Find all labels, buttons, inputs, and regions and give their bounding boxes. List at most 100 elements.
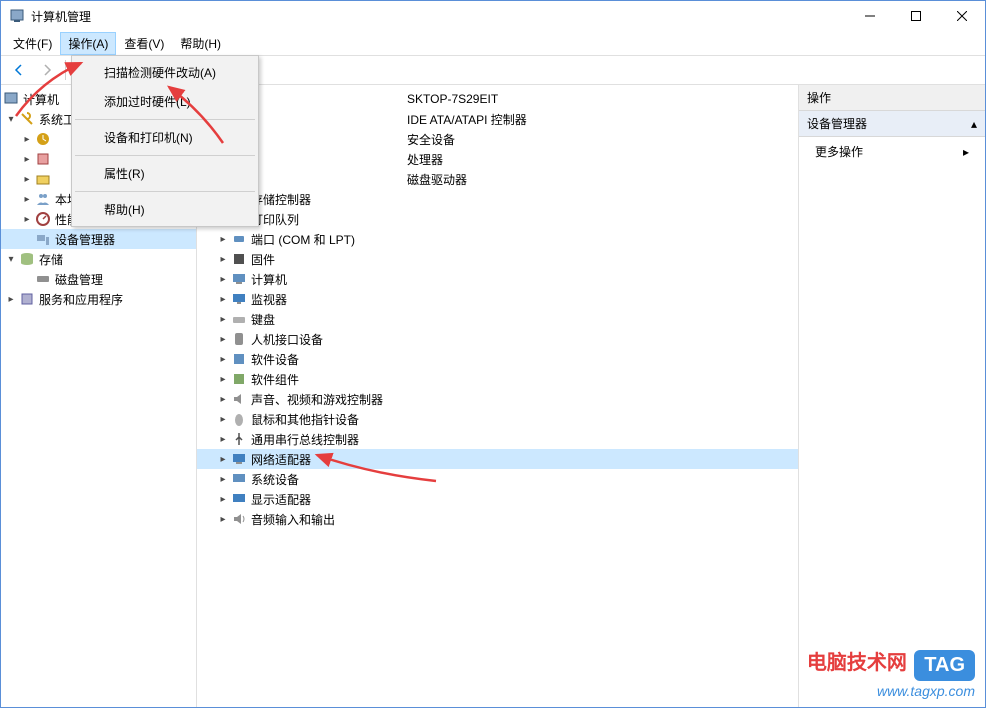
chevron-right-icon[interactable]: ▸ xyxy=(215,351,231,367)
system-icon xyxy=(231,471,247,487)
disk-icon xyxy=(35,271,51,287)
menu-devices-printers[interactable]: 设备和打印机(N) xyxy=(74,123,256,152)
chevron-right-icon[interactable]: ▸ xyxy=(215,391,231,407)
tree-label: 服务和应用程序 xyxy=(39,291,123,308)
device-software-comp[interactable]: ▸ 软件组件 xyxy=(197,369,798,389)
keyboard-icon xyxy=(231,311,247,327)
tree-label: 软件设备 xyxy=(251,351,299,368)
device-disk-drives[interactable]: 磁盘驱动器 xyxy=(197,169,798,189)
device-network[interactable]: ▸ 网络适配器 xyxy=(197,449,798,469)
forward-button[interactable] xyxy=(35,58,59,82)
chevron-right-icon[interactable]: ▸ xyxy=(19,191,35,207)
device-ide[interactable]: IDE ATA/ATAPI 控制器 xyxy=(197,109,798,129)
users-icon xyxy=(35,191,51,207)
device-display[interactable]: ▸ 显示适配器 xyxy=(197,489,798,509)
device-ports[interactable]: ▸ 端口 (COM 和 LPT) xyxy=(197,229,798,249)
tree-label: 通用串行总线控制器 xyxy=(251,431,359,448)
device-processors[interactable]: 处理器 xyxy=(197,149,798,169)
device-monitors[interactable]: ▸ 监视器 xyxy=(197,289,798,309)
tree-label: 鼠标和其他指针设备 xyxy=(251,411,359,428)
chevron-right-icon[interactable]: ▸ xyxy=(215,311,231,327)
monitor-icon xyxy=(231,291,247,307)
mouse-icon xyxy=(231,411,247,427)
chevron-right-icon[interactable]: ▸ xyxy=(215,411,231,427)
action-more[interactable]: 更多操作 ▸ xyxy=(799,137,985,166)
chevron-right-icon[interactable]: ▸ xyxy=(215,371,231,387)
menu-separator xyxy=(75,119,255,120)
device-hid[interactable]: ▸ 人机接口设备 xyxy=(197,329,798,349)
storage-icon xyxy=(19,251,35,267)
menu-scan-hardware[interactable]: 扫描检测硬件改动(A) xyxy=(74,58,256,87)
chevron-right-icon[interactable]: ▸ xyxy=(215,491,231,507)
chevron-right-icon[interactable]: ▸ xyxy=(215,471,231,487)
chevron-right-icon[interactable]: ▸ xyxy=(215,271,231,287)
device-keyboards[interactable]: ▸ 键盘 xyxy=(197,309,798,329)
device-sound[interactable]: ▸ 声音、视频和游戏控制器 xyxy=(197,389,798,409)
task-icon xyxy=(35,131,51,147)
display-icon xyxy=(231,491,247,507)
action-dropdown: 扫描检测硬件改动(A) 添加过时硬件(L) 设备和打印机(N) 属性(R) 帮助… xyxy=(71,55,259,227)
device-audio-io[interactable]: ▸ 音频输入和输出 xyxy=(197,509,798,529)
device-mice[interactable]: ▸ 鼠标和其他指针设备 xyxy=(197,409,798,429)
chevron-right-icon[interactable]: ▸ xyxy=(3,291,19,307)
tree-label: 声音、视频和游戏控制器 xyxy=(251,391,383,408)
usb-icon xyxy=(231,431,247,447)
actions-section[interactable]: 设备管理器 ▴ xyxy=(799,111,985,137)
device-root[interactable]: SKTOP-7S29EIT xyxy=(197,89,798,109)
chevron-right-icon[interactable]: ▸ xyxy=(215,291,231,307)
menu-separator xyxy=(75,155,255,156)
chevron-right-icon[interactable]: ▸ xyxy=(215,331,231,347)
collapse-icon[interactable]: ▴ xyxy=(971,117,977,131)
chevron-right-icon[interactable]: ▸ xyxy=(215,451,231,467)
chevron-right-icon[interactable]: ▸ xyxy=(215,251,231,267)
close-button[interactable] xyxy=(939,1,985,31)
tree-services[interactable]: ▸ 服务和应用程序 xyxy=(1,289,196,309)
menu-file[interactable]: 文件(F) xyxy=(5,32,60,55)
chevron-right-icon[interactable]: ▸ xyxy=(19,211,35,227)
chevron-down-icon[interactable]: ▾ xyxy=(3,251,19,267)
chevron-right-icon[interactable]: ▸ xyxy=(215,231,231,247)
tree-label: IDE ATA/ATAPI 控制器 xyxy=(407,111,527,128)
device-firmware[interactable]: ▸ 固件 xyxy=(197,249,798,269)
tree-storage[interactable]: ▾ 存储 xyxy=(1,249,196,269)
menu-separator xyxy=(75,191,255,192)
tree-label: 系统设备 xyxy=(251,471,299,488)
menu-properties[interactable]: 属性(R) xyxy=(74,159,256,188)
chevron-right-icon: ▸ xyxy=(963,145,969,159)
minimize-button[interactable] xyxy=(847,1,893,31)
window-title: 计算机管理 xyxy=(31,8,847,25)
device-security[interactable]: 安全设备 xyxy=(197,129,798,149)
device-usb[interactable]: ▸ 通用串行总线控制器 xyxy=(197,429,798,449)
menu-help[interactable]: 帮助(H) xyxy=(172,32,229,55)
device-system[interactable]: ▸ 系统设备 xyxy=(197,469,798,489)
tree-device-manager[interactable]: ▸ 设备管理器 xyxy=(1,229,196,249)
device-software-dev[interactable]: ▸ 软件设备 xyxy=(197,349,798,369)
tree-label: 端口 (COM 和 LPT) xyxy=(251,231,355,248)
actions-header: 操作 xyxy=(799,85,985,111)
tree-label: 人机接口设备 xyxy=(251,331,323,348)
chevron-right-icon[interactable]: ▸ xyxy=(215,431,231,447)
software-icon xyxy=(231,351,247,367)
maximize-button[interactable] xyxy=(893,1,939,31)
chevron-down-icon[interactable]: ▾ xyxy=(3,111,19,127)
action-label: 更多操作 xyxy=(815,143,863,160)
perf-icon xyxy=(35,211,51,227)
menu-view[interactable]: 查看(V) xyxy=(116,32,172,55)
device-mgr-icon xyxy=(35,231,51,247)
tree-label: 磁盘驱动器 xyxy=(407,171,467,188)
back-button[interactable] xyxy=(7,58,31,82)
device-storage-ctrl[interactable]: ▸ 存储控制器 xyxy=(197,189,798,209)
device-print-queue[interactable]: ▸ 打印队列 xyxy=(197,209,798,229)
network-icon xyxy=(231,451,247,467)
tree-disk-mgmt[interactable]: ▸ 磁盘管理 xyxy=(1,269,196,289)
chevron-right-icon[interactable]: ▸ xyxy=(19,151,35,167)
menu-help[interactable]: 帮助(H) xyxy=(74,195,256,224)
device-computer[interactable]: ▸ 计算机 xyxy=(197,269,798,289)
menu-add-legacy[interactable]: 添加过时硬件(L) xyxy=(74,87,256,116)
watermark-tag: TAG xyxy=(914,650,975,681)
chevron-right-icon[interactable]: ▸ xyxy=(19,131,35,147)
port-icon xyxy=(231,231,247,247)
menu-action[interactable]: 操作(A) xyxy=(60,32,116,55)
chevron-right-icon[interactable]: ▸ xyxy=(215,511,231,527)
chevron-right-icon[interactable]: ▸ xyxy=(19,171,35,187)
